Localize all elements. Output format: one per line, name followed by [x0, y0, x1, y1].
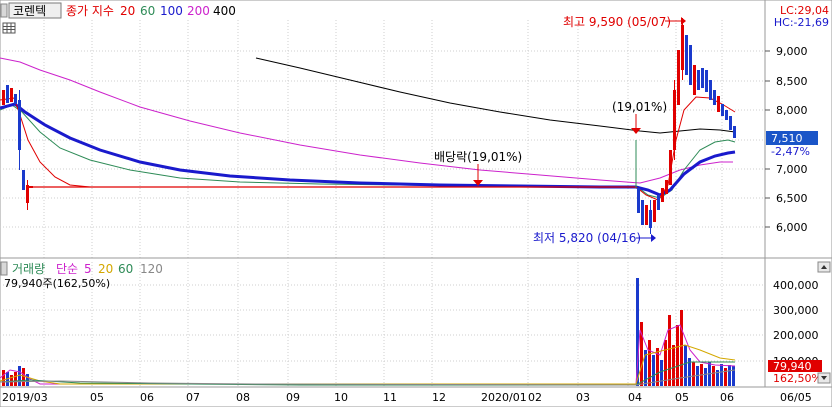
x-tick-06-05: 06/05 [780, 391, 812, 404]
price-tick-8000: 8,000 [776, 104, 808, 117]
price-tick-7000: 7,000 [776, 163, 808, 176]
volume-tick-400000: 400,000 [773, 279, 819, 292]
ma-60-label: 60 [140, 4, 155, 18]
x-tick-2020-01: 2020/01 [481, 391, 527, 404]
x-tick-10: 10 [334, 391, 348, 404]
price-axis-panel [764, 0, 832, 259]
x-tick-02: 02 [528, 391, 542, 404]
high-label: 최고 9,590 (05/07) [563, 15, 671, 29]
volume-ma-60: 60 [118, 262, 133, 276]
scroll-down-button[interactable] [817, 372, 831, 384]
x-tick-08: 08 [236, 391, 250, 404]
volume-ma-5: 5 [84, 262, 92, 276]
high-annotation: 최고 9,590 (05/07) [563, 15, 686, 29]
x-tick-11: 11 [383, 391, 397, 404]
scroll-up-button[interactable] [817, 261, 831, 273]
ma-label: 종가 지수 [66, 4, 114, 18]
dividend-label-1: 배당락(19,01%) [434, 150, 522, 164]
x-tick-04: 04 [628, 391, 642, 404]
x-tick-06: 06 [140, 391, 154, 404]
volume-panel-handle[interactable] [0, 261, 8, 276]
volume-ma-label: 단순 [56, 262, 78, 276]
x-tick-05: 05 [90, 391, 104, 404]
current-price-label: 7,510 [771, 132, 803, 145]
volume-value-label: 79,940주(162,50%) [4, 277, 110, 290]
volume-ma-120: 120 [140, 262, 163, 276]
x-tick-09: 09 [286, 391, 300, 404]
x-tick-12: 12 [432, 391, 446, 404]
stock-name-label: 코렌텍 [13, 4, 46, 18]
price-tick-8500: 8,500 [776, 75, 808, 88]
x-tick-2019-03: 2019/03 [2, 391, 48, 404]
price-tick-9000: 9,000 [776, 45, 808, 58]
stock-name-button[interactable]: 코렌텍 [8, 2, 62, 19]
grid-table-icon[interactable] [2, 22, 16, 34]
ma-200-label: 200 [187, 4, 210, 18]
dividend-label-2: (19,01%) [612, 100, 667, 114]
x-tick-03: 03 [576, 391, 590, 404]
x-tick-05b: 05 [675, 391, 689, 404]
volume-title: 거래량 [12, 262, 45, 276]
x-tick-07: 07 [186, 391, 200, 404]
current-change-label: -2,47% [771, 145, 810, 158]
volume-tick-200000: 200,000 [773, 329, 819, 342]
x-tick-06b: 06 [720, 391, 734, 404]
ma-20-label: 20 [120, 4, 135, 18]
ma-100-label: 100 [160, 4, 183, 18]
volume-ma-20: 20 [98, 262, 113, 276]
hc-value: HC:-21,69 [774, 16, 829, 29]
chart-canvas: 코렌텍 종가 지수 20 60 100 200 400 LC:29,04 HC:… [0, 0, 832, 407]
current-volume-change-label: 162,50% [773, 372, 822, 385]
low-annotation: 최저 5,820 (04/16) [533, 231, 656, 245]
x-axis-panel [0, 386, 832, 407]
volume-tick-300000: 300,000 [773, 304, 819, 317]
stock-chart-window: 코렌텍 종가 지수 20 60 100 200 400 LC:29,04 HC:… [0, 0, 832, 407]
price-tick-6000: 6,000 [776, 221, 808, 234]
low-label: 최저 5,820 (04/16) [533, 231, 641, 245]
ma-400-label: 400 [213, 4, 236, 18]
panel-handle[interactable] [0, 3, 8, 18]
price-tick-6500: 6,500 [776, 192, 808, 205]
